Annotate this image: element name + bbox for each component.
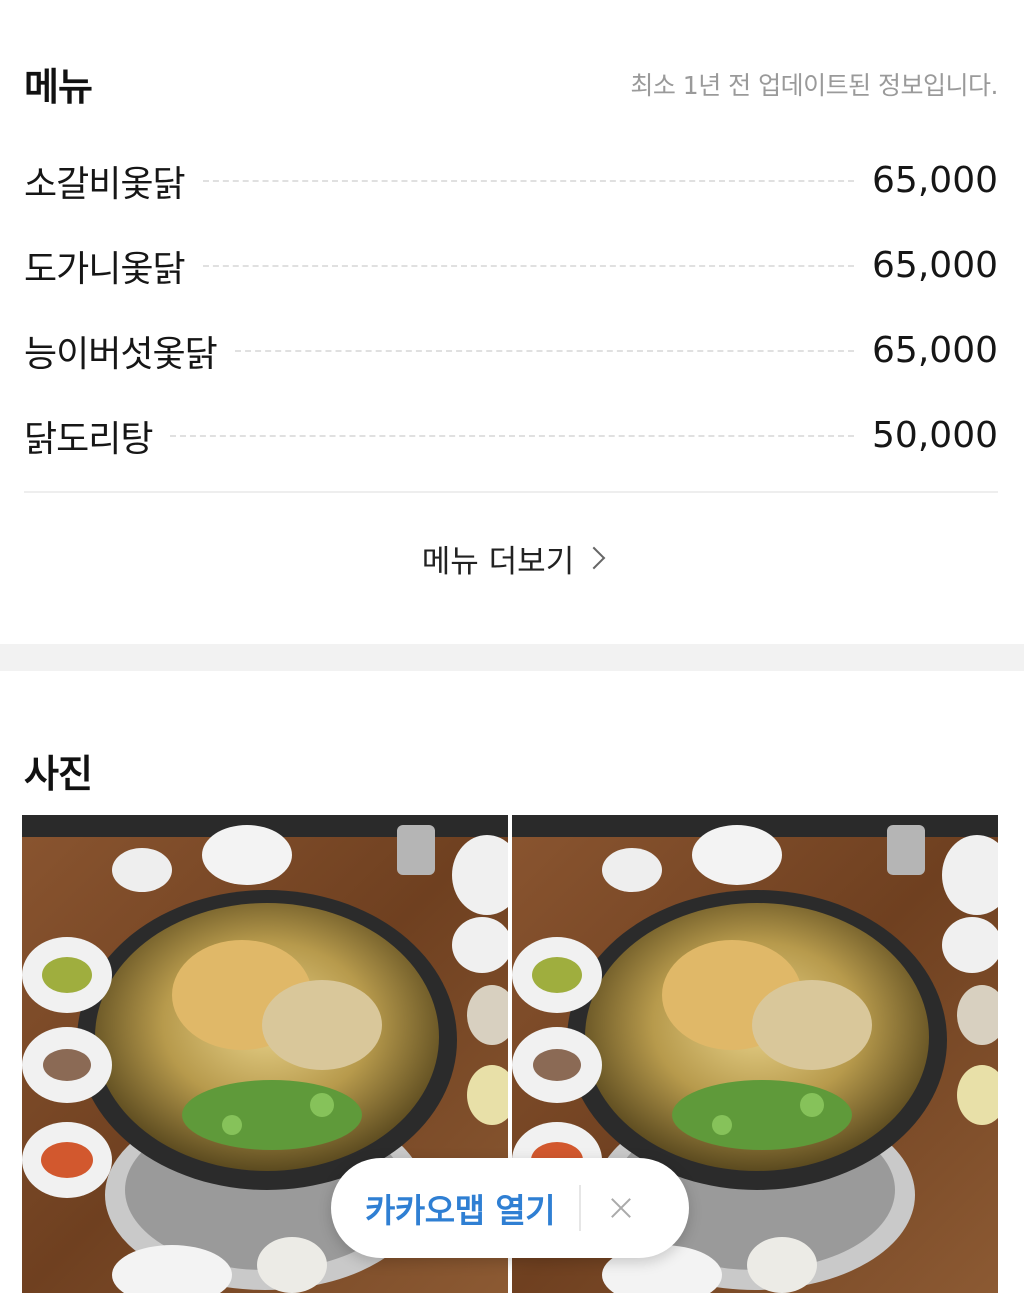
menu-item-leader — [202, 179, 855, 182]
menu-item-leader — [234, 349, 855, 352]
photo-section-title: 사진 — [24, 752, 93, 796]
kakaomap-open-button[interactable]: 카카오맵 열기 — [365, 1184, 556, 1232]
kakaomap-open-banner: 카카오맵 열기 — [331, 1158, 689, 1258]
place-detail-page: 메뉴 최소 1년 전 업데이트된 정보입니다. 소갈비옻닭 65,000 도가니… — [0, 0, 1024, 1293]
menu-item: 닭도리탕 50,000 — [24, 393, 998, 478]
menu-item: 소갈비옻닭 65,000 — [24, 138, 998, 223]
menu-item-name: 닭도리탕 — [24, 418, 153, 460]
close-icon[interactable] — [591, 1178, 651, 1238]
menu-item-price: 65,000 — [872, 330, 998, 371]
menu-item-leader — [202, 264, 855, 267]
chevron-right-icon — [582, 546, 606, 570]
menu-item-price: 50,000 — [872, 415, 998, 456]
menu-section: 메뉴 최소 1년 전 업데이트된 정보입니다. 소갈비옻닭 65,000 도가니… — [0, 0, 1024, 644]
banner-separator — [579, 1185, 582, 1231]
menu-section-title: 메뉴 — [24, 65, 93, 109]
menu-more-label: 메뉴 더보기 — [421, 543, 575, 580]
menu-item-name: 능이버섯옻닭 — [24, 333, 218, 375]
menu-item-leader — [170, 434, 855, 437]
menu-item-name: 소갈비옻닭 — [24, 163, 186, 205]
menu-list: 소갈비옻닭 65,000 도가니옻닭 65,000 능이버섯옻닭 65,000 … — [24, 138, 998, 478]
menu-more-button[interactable]: 메뉴 더보기 — [0, 528, 1024, 588]
menu-item-name: 도가니옻닭 — [24, 248, 186, 290]
menu-item: 도가니옻닭 65,000 — [24, 223, 998, 308]
menu-divider — [24, 491, 998, 493]
menu-item-price: 65,000 — [872, 245, 998, 286]
section-divider-band — [0, 644, 1024, 671]
menu-update-note: 최소 1년 전 업데이트된 정보입니다. — [630, 71, 998, 100]
menu-item: 능이버섯옻닭 65,000 — [24, 308, 998, 393]
menu-item-price: 65,000 — [872, 160, 998, 201]
